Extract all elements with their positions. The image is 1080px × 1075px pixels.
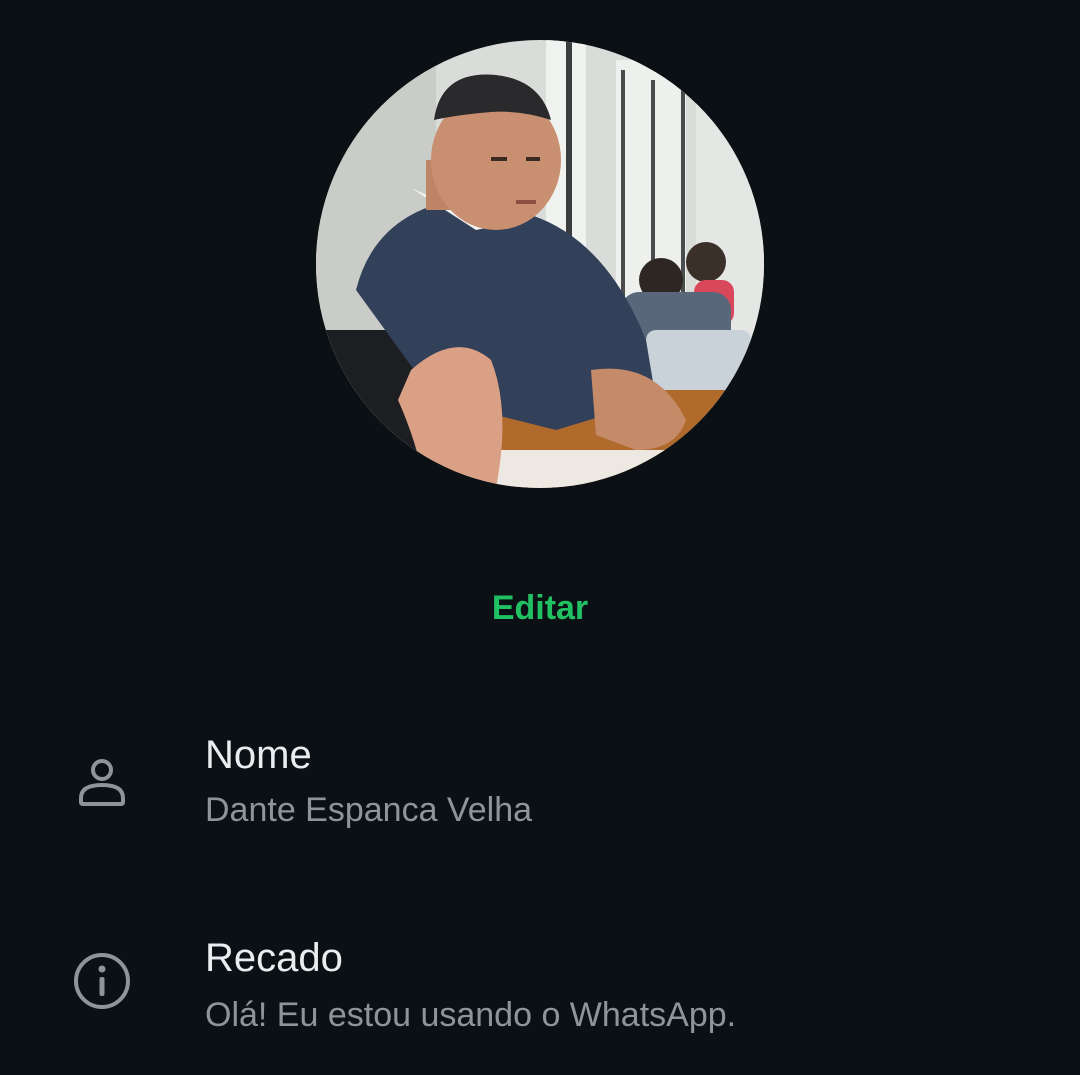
about-value: Olá! Eu estou usando o WhatsApp. xyxy=(205,996,737,1034)
name-row[interactable]: Nome Dante Espanca Velha xyxy=(0,720,1080,870)
name-value: Dante Espanca Velha xyxy=(205,791,533,829)
about-label: Recado xyxy=(205,936,343,980)
edit-photo-link[interactable]: Editar xyxy=(0,586,1080,630)
info-icon xyxy=(70,949,134,1013)
about-row[interactable]: Recado Olá! Eu estou usando o WhatsApp. xyxy=(0,925,1080,1075)
person-icon xyxy=(70,750,134,814)
profile-photo[interactable] xyxy=(316,40,764,488)
name-label: Nome xyxy=(205,733,312,777)
profile-photo-image xyxy=(316,40,764,488)
